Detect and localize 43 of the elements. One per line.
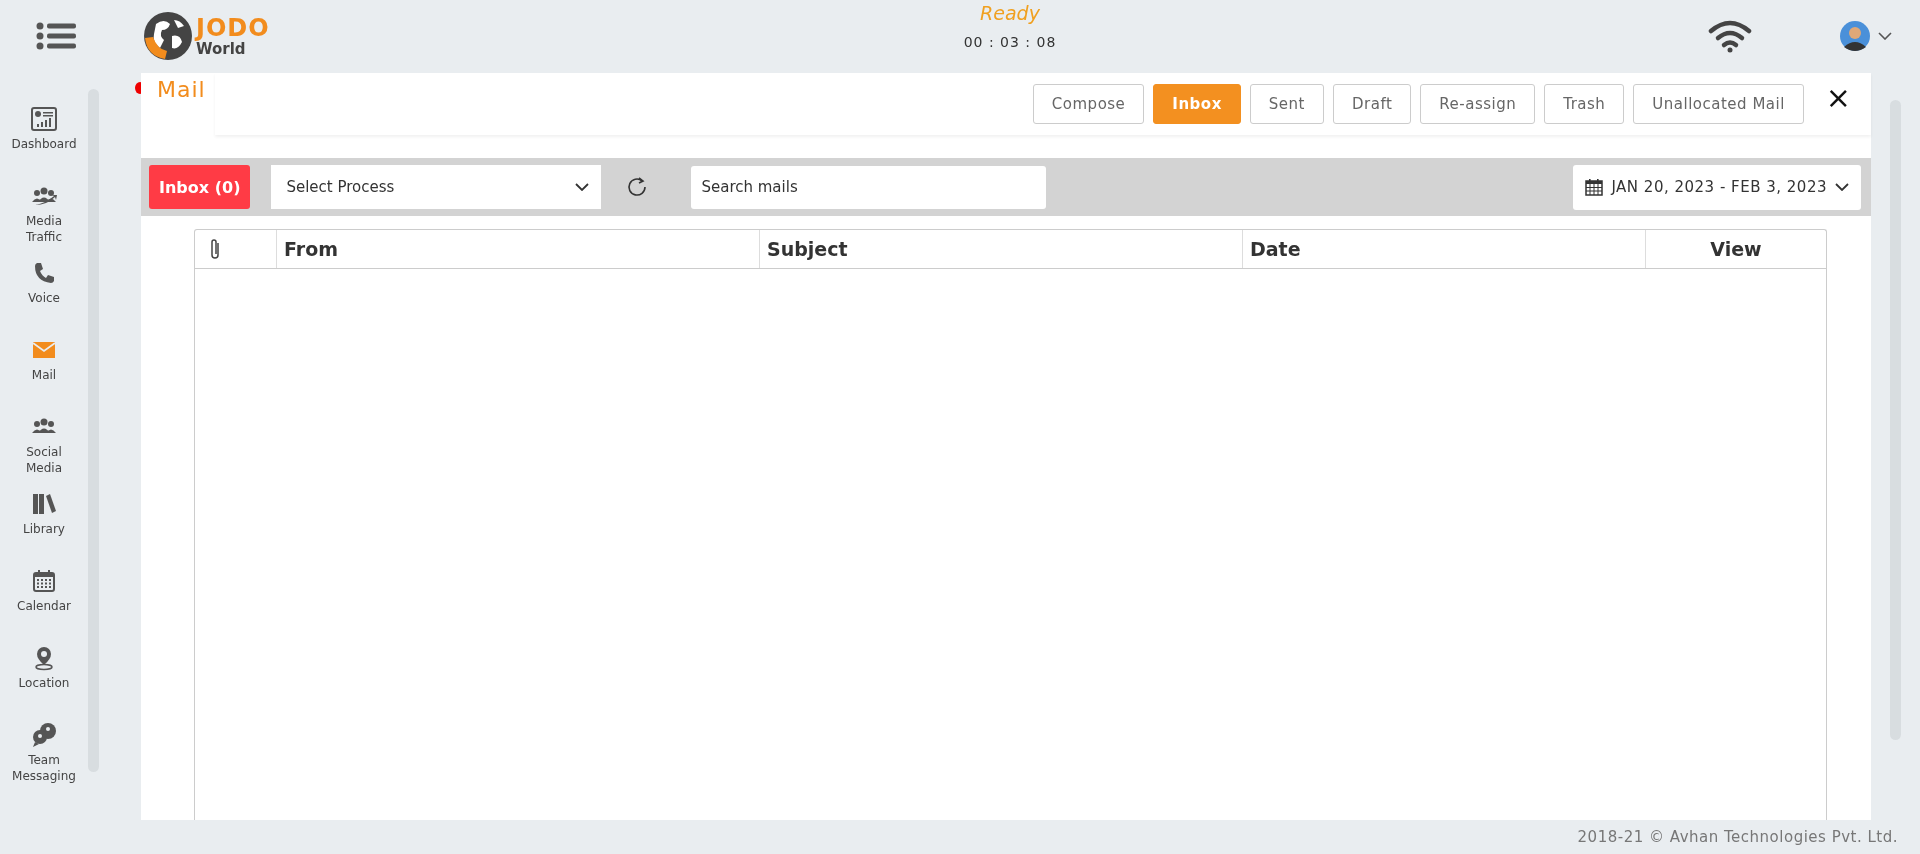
status-text: Ready (980, 2, 1040, 24)
sidebar-item[interactable]: Calendar (0, 568, 88, 645)
globe-icon (142, 10, 194, 62)
tab[interactable]: Sent (1249, 84, 1324, 124)
column-header[interactable]: View (1710, 238, 1762, 260)
menu-icon[interactable] (36, 22, 76, 50)
avatar-icon[interactable] (1840, 21, 1870, 51)
books-icon (31, 491, 57, 517)
tab[interactable]: Draft (1333, 84, 1412, 124)
column-header[interactable]: Subject (767, 238, 848, 260)
chevron-down-icon (575, 183, 590, 191)
calendar-icon (31, 568, 57, 594)
tab[interactable]: Unallocated Mail (1633, 84, 1804, 124)
close-button[interactable]: × (1825, 83, 1851, 113)
paperclip-icon (209, 237, 221, 261)
caret-icon[interactable] (1878, 32, 1892, 40)
logo-subtitle: World (196, 41, 246, 57)
copyright-text: 2018-21 © Avhan Technologies Pvt. Ltd. (1577, 828, 1898, 846)
sidebar-item[interactable]: Media Traffic (0, 183, 88, 260)
sidebar-item[interactable]: Library (0, 491, 88, 568)
process-select[interactable]: Select Process (271, 165, 602, 209)
column-header[interactable]: From (284, 238, 338, 260)
timer-text: 00 : 03 : 08 (963, 34, 1057, 50)
date-range-picker[interactable]: JAN 20, 2023 - FEB 3, 2023 (1573, 164, 1861, 210)
sidebar-item[interactable]: Mail (0, 337, 88, 414)
folder-badge[interactable]: Inbox (0) (149, 165, 251, 209)
calendar-icon (1585, 178, 1604, 196)
tab[interactable]: Re-assign (1420, 84, 1536, 124)
panel-title: Mail (157, 77, 206, 102)
column-header[interactable]: Date (1250, 238, 1301, 260)
sidebar-item[interactable]: Location (0, 645, 88, 722)
search-field[interactable]: Search mails (691, 165, 1047, 209)
chat-icon (31, 722, 57, 748)
sidebar-item[interactable]: Dashboard (0, 106, 88, 183)
wifi-icon (1708, 19, 1752, 53)
sidebar-item[interactable]: Social Media (0, 414, 88, 491)
sidebar-item[interactable]: Team Messaging (0, 722, 88, 799)
chart-icon (31, 106, 57, 132)
logo-title: JODO (196, 15, 270, 40)
tab[interactable]: Trash (1544, 84, 1625, 124)
sidebar-item[interactable]: Voice (0, 260, 88, 337)
tab[interactable]: Compose (1032, 84, 1145, 124)
chevron-down-icon (1835, 183, 1849, 191)
